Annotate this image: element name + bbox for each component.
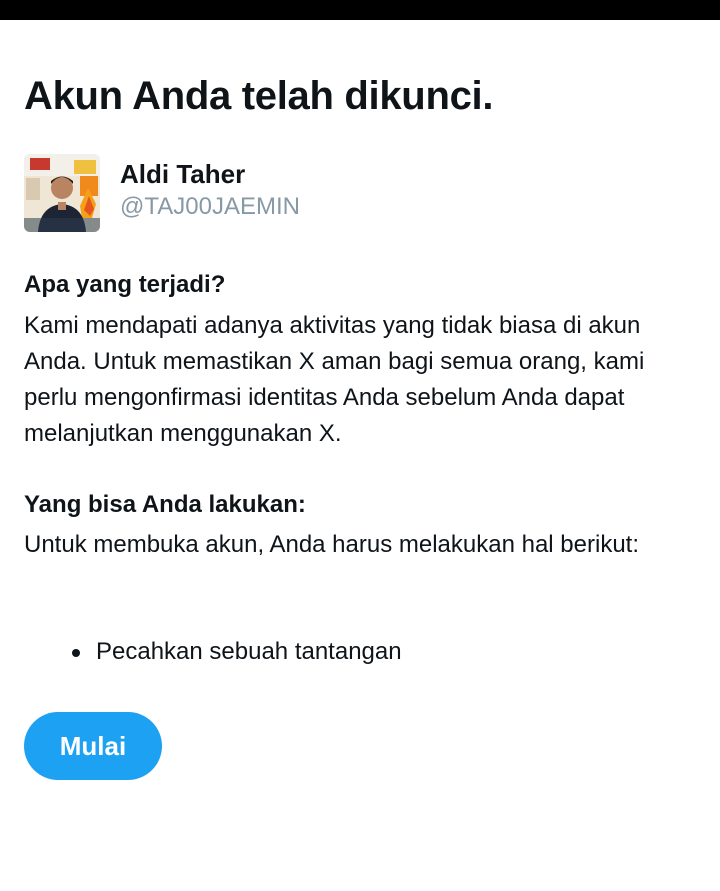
what-to-do-body: Untuk membuka akun, Anda harus melakukan…	[24, 531, 640, 558]
display-name: Aldi Taher	[120, 159, 246, 189]
avatar	[24, 154, 100, 232]
page-title: Akun Anda telah dikunci.	[24, 74, 494, 118]
step-label: Pecahkan sebuah tantangan	[96, 638, 402, 665]
profile-photo-icon	[24, 154, 100, 232]
bullet-icon	[72, 649, 80, 657]
list-item: Pecahkan sebuah tantangan	[72, 634, 402, 670]
user-handle: @TAJ00JAEMIN	[120, 193, 300, 220]
locked-account-page: Akun Anda telah dikunci. Aldi Taher @TAJ…	[0, 20, 720, 891]
start-button[interactable]: Mulai	[24, 712, 162, 780]
what-to-do-heading: Yang bisa Anda lakukan:	[24, 491, 306, 518]
status-bar	[0, 0, 720, 20]
steps-list: Pecahkan sebuah tantangan	[72, 634, 402, 670]
what-happened-body: Kami mendapati adanya aktivitas yang tid…	[24, 312, 645, 447]
what-happened-heading: Apa yang terjadi?	[24, 271, 226, 298]
profile-card: Aldi Taher @TAJ00JAEMIN	[24, 154, 704, 232]
